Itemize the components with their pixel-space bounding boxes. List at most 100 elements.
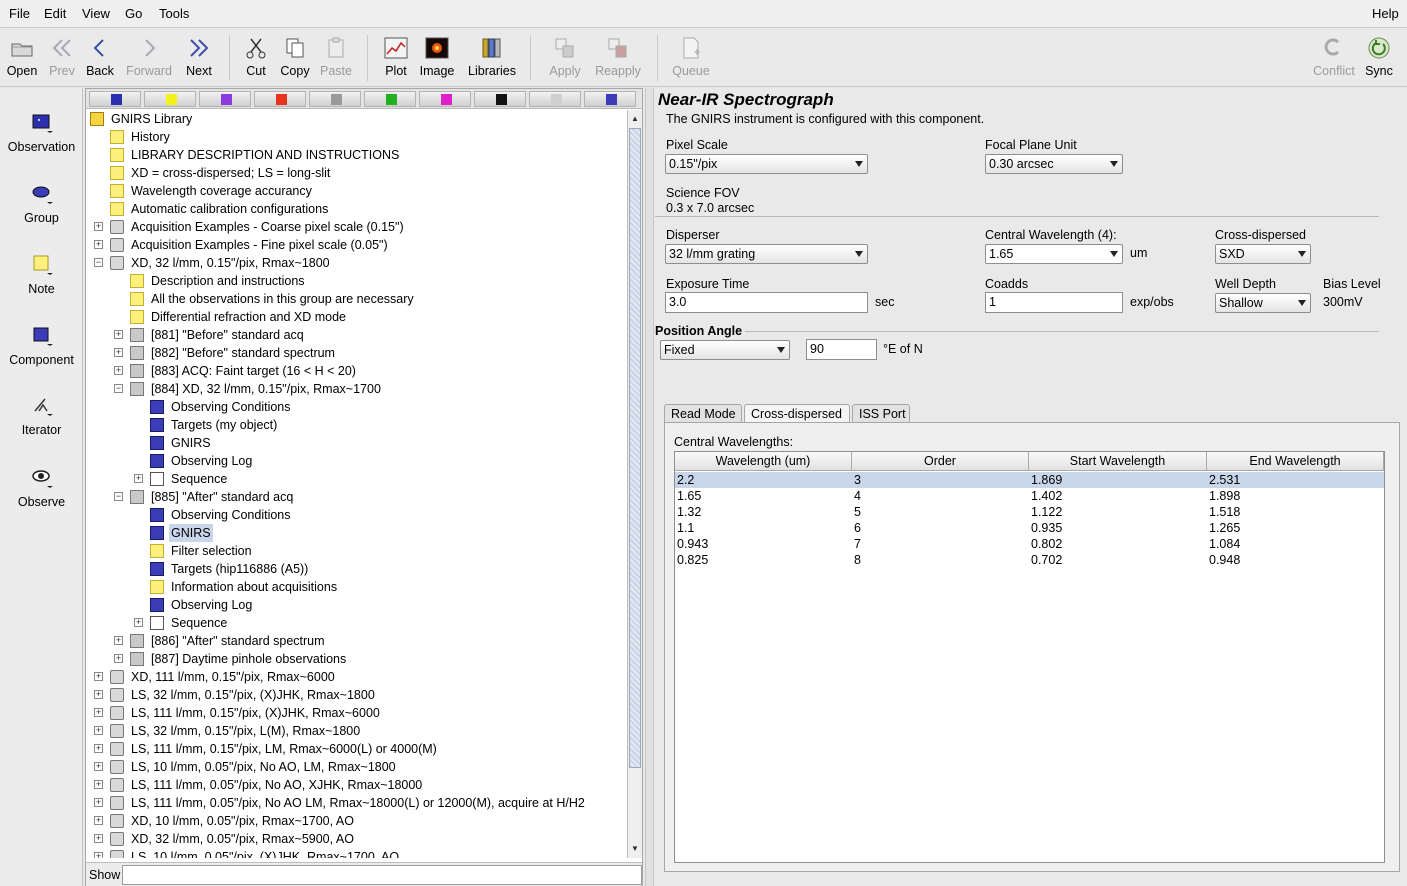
tree-node[interactable]: Observing Conditions — [86, 506, 626, 524]
tree-node[interactable]: + LS, 32 l/mm, 0.15"/pix, L(M), Rmax~1800 — [86, 722, 626, 740]
expand-icon[interactable]: + — [94, 834, 103, 843]
tree-node[interactable]: + [883] ACQ: Faint target (16 < H < 20) — [86, 362, 626, 380]
collapse-icon[interactable]: − — [114, 384, 123, 393]
paste-button[interactable]: Paste — [318, 33, 354, 85]
add-observe-button[interactable]: Observe — [0, 467, 83, 509]
expand-icon[interactable]: + — [94, 222, 103, 231]
expand-icon[interactable]: + — [94, 798, 103, 807]
palette-swatch[interactable] — [199, 91, 251, 107]
palette-swatch[interactable] — [474, 91, 526, 107]
palette-swatch[interactable] — [584, 91, 636, 107]
tree-node[interactable]: All the observations in this group are n… — [86, 290, 626, 308]
expand-icon[interactable]: + — [94, 780, 103, 789]
add-note-button[interactable]: Note — [0, 254, 83, 296]
tree-node[interactable]: Targets (my object) — [86, 416, 626, 434]
central-wavelength-combo[interactable]: 1.65 — [985, 244, 1123, 264]
tree-node[interactable]: + Acquisition Examples - Coarse pixel sca… — [86, 218, 626, 236]
table-row[interactable]: 0.825 8 0.702 0.948 — [675, 552, 1384, 568]
reapply-button[interactable]: Reapply — [592, 33, 644, 85]
tree-node[interactable]: + LS, 111 l/mm, 0.15"/pix, LM, Rmax~6000(… — [86, 740, 626, 758]
table-row[interactable]: 0.943 7 0.802 1.084 — [675, 536, 1384, 552]
position-angle-input[interactable]: 90 — [806, 339, 877, 360]
expand-icon[interactable]: + — [94, 852, 103, 858]
tree-node[interactable]: History — [86, 128, 626, 146]
tree-node[interactable]: − [884] XD, 32 l/mm, 0.15"/pix, Rmax~1700 — [86, 380, 626, 398]
tree-node[interactable]: − [885] "After" standard acq — [86, 488, 626, 506]
tree-node[interactable]: GNIRS — [86, 524, 626, 542]
position-angle-mode-select[interactable]: Fixed — [660, 340, 790, 360]
next-button[interactable]: Next — [182, 33, 216, 85]
table-row[interactable]: 1.1 6 0.935 1.265 — [675, 520, 1384, 536]
menu-go[interactable]: Go — [125, 6, 142, 21]
column-header[interactable]: End Wavelength — [1207, 452, 1384, 471]
tree-node[interactable]: GNIRS Library — [86, 110, 626, 128]
tree-node[interactable]: + Acquisition Examples - Fine pixel scale… — [86, 236, 626, 254]
expand-icon[interactable]: + — [114, 348, 123, 357]
scroll-thumb[interactable] — [629, 128, 641, 768]
apply-button[interactable]: Apply — [544, 33, 586, 85]
collapse-icon[interactable]: − — [94, 258, 103, 267]
disperser-select[interactable]: 32 l/mm grating — [665, 244, 868, 264]
show-filter-input[interactable] — [122, 865, 642, 885]
palette-swatch[interactable] — [309, 91, 361, 107]
well-depth-select[interactable]: Shallow — [1215, 293, 1311, 313]
cross-dispersed-select[interactable]: SXD — [1215, 244, 1311, 264]
expand-icon[interactable]: + — [94, 744, 103, 753]
prev-button[interactable]: Prev — [46, 33, 78, 85]
palette-swatch[interactable] — [144, 91, 196, 107]
exposure-time-input[interactable]: 3.0 — [665, 292, 868, 313]
table-row[interactable]: 2.2 3 1.869 2.531 — [675, 472, 1384, 488]
tree-node[interactable]: + LS, 10 l/mm, 0.05"/pix, (X)JHK, Rmax~17… — [86, 848, 626, 858]
sync-button[interactable]: Sync — [1362, 33, 1396, 85]
tree-node[interactable]: Filter selection — [86, 542, 626, 560]
tree-node[interactable]: Information about acquisitions — [86, 578, 626, 596]
tree-node[interactable]: Differential refraction and XD mode — [86, 308, 626, 326]
column-header[interactable]: Wavelength (um) — [675, 452, 852, 471]
focal-plane-select[interactable]: 0.30 arcsec — [985, 154, 1123, 174]
tree-node[interactable]: Observing Log — [86, 596, 626, 614]
tree-node[interactable]: GNIRS — [86, 434, 626, 452]
table-row[interactable]: 1.65 4 1.402 1.898 — [675, 488, 1384, 504]
libraries-button[interactable]: Libraries — [464, 33, 520, 85]
tree-node[interactable]: Wavelength coverage accurancy — [86, 182, 626, 200]
expand-icon[interactable]: + — [94, 240, 103, 249]
add-group-button[interactable]: Group — [0, 183, 83, 225]
tree-node[interactable]: + LS, 10 l/mm, 0.05"/pix, No AO, LM, Rmax… — [86, 758, 626, 776]
tree-node[interactable]: + [887] Daytime pinhole observations — [86, 650, 626, 668]
menu-view[interactable]: View — [82, 6, 110, 21]
tree-node[interactable]: + XD, 111 l/mm, 0.15"/pix, Rmax~6000 — [86, 668, 626, 686]
tree-node[interactable]: + Sequence — [86, 470, 626, 488]
expand-icon[interactable]: + — [94, 762, 103, 771]
expand-icon[interactable]: + — [114, 366, 123, 375]
palette-swatch[interactable] — [364, 91, 416, 107]
split-pane-divider[interactable] — [645, 88, 654, 886]
tree-node[interactable]: + LS, 111 l/mm, 0.15"/pix, (X)JHK, Rmax~6… — [86, 704, 626, 722]
scroll-down-arrow-icon[interactable]: ▼ — [629, 842, 641, 856]
tree-scrollbar[interactable]: ▲ ▼ — [627, 110, 642, 858]
palette-swatch[interactable] — [89, 91, 141, 107]
tab-iss-port[interactable]: ISS Port — [852, 404, 910, 422]
tree-node[interactable]: + LS, 32 l/mm, 0.15"/pix, (X)JHK, Rmax~18… — [86, 686, 626, 704]
expand-icon[interactable]: + — [114, 636, 123, 645]
expand-icon[interactable]: + — [94, 726, 103, 735]
tree-node[interactable]: + XD, 10 l/mm, 0.05"/pix, Rmax~1700, AO — [86, 812, 626, 830]
palette-swatch[interactable] — [254, 91, 306, 107]
open-button[interactable]: Open — [4, 33, 40, 85]
tree-node[interactable]: Description and instructions — [86, 272, 626, 290]
palette-swatch[interactable] — [419, 91, 471, 107]
tree-node[interactable]: + XD, 32 l/mm, 0.05"/pix, Rmax~5900, AO — [86, 830, 626, 848]
expand-icon[interactable]: + — [114, 330, 123, 339]
column-header[interactable]: Start Wavelength — [1029, 452, 1207, 471]
tree-node[interactable]: + [882] "Before" standard spectrum — [86, 344, 626, 362]
tree-node[interactable]: + LS, 111 l/mm, 0.05"/pix, No AO, XJHK, R… — [86, 776, 626, 794]
plot-button[interactable]: Plot — [380, 33, 412, 85]
column-header[interactable]: Order — [852, 452, 1029, 471]
menu-edit[interactable]: Edit — [44, 6, 66, 21]
tab-cross-dispersed[interactable]: Cross-dispersed — [744, 404, 850, 422]
collapse-icon[interactable]: − — [114, 492, 123, 501]
expand-icon[interactable]: + — [114, 654, 123, 663]
tree-node[interactable]: XD = cross-dispersed; LS = long-slit — [86, 164, 626, 182]
tree-node[interactable]: + LS, 111 l/mm, 0.05"/pix, No AO LM, Rmax… — [86, 794, 626, 812]
coadds-input[interactable]: 1 — [985, 292, 1123, 313]
tree-node[interactable]: − XD, 32 l/mm, 0.15"/pix, Rmax~1800 — [86, 254, 626, 272]
